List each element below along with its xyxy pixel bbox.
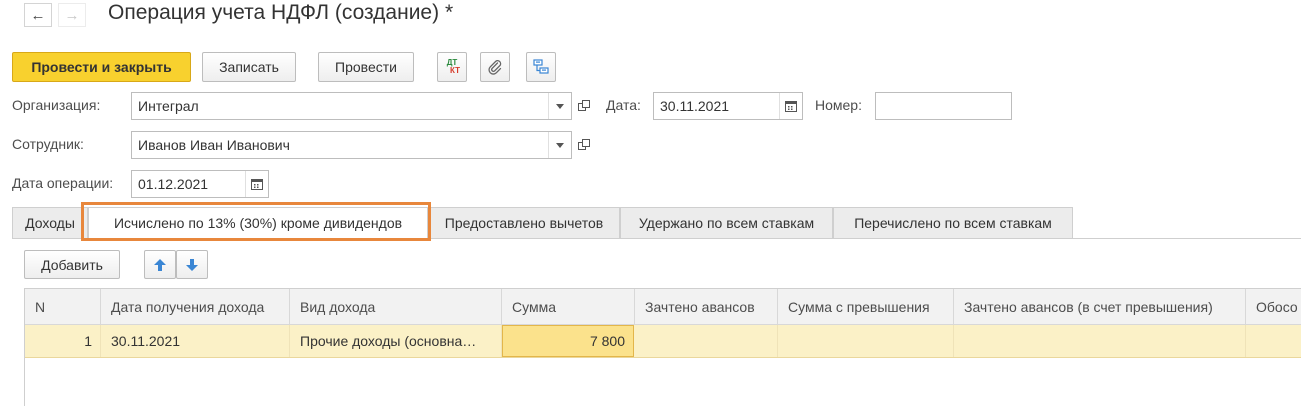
employee-label: Сотрудник: [12,136,84,152]
open-window-icon [578,139,590,150]
employee-value: Иванов Иван Иванович [138,137,290,153]
column-header-excess-sum[interactable]: Сумма с превышения [778,289,954,324]
active-tab-highlight [81,202,431,241]
chevron-down-icon[interactable] [548,93,571,119]
employee-open-button[interactable] [573,132,595,158]
back-button[interactable]: ← [24,3,52,27]
column-header-income-type[interactable]: Вид дохода [290,289,502,324]
operation-date-value: 01.12.2021 [138,176,209,192]
column-header-sum[interactable]: Сумма [502,289,635,324]
cell-advances[interactable] [635,325,778,357]
arrow-right-icon: → [64,6,80,24]
add-button[interactable]: Добавить [24,250,120,279]
post-button[interactable]: Провести [318,52,414,82]
organization-field[interactable]: Интеграл [131,92,572,120]
organization-value: Интеграл [138,98,199,114]
date-label: Дата: [606,97,641,113]
tab-withheld[interactable]: Удержано по всем ставкам [620,207,833,239]
column-header-separate[interactable]: Обосо [1246,289,1301,324]
structure-button[interactable] [526,52,556,82]
save-button[interactable]: Записать [202,52,296,82]
cell-separate[interactable] [1246,325,1301,357]
arrow-up-icon [154,258,166,271]
table-row[interactable]: 1 30.11.2021 Прочие доходы (основна… 7 8… [25,325,1301,358]
tab-deductions[interactable]: Предоставлено вычетов [428,207,620,239]
operation-date-label: Дата операции: [12,175,114,191]
date-field[interactable]: 30.11.2021 [653,92,803,120]
move-up-button[interactable] [144,250,176,279]
open-window-icon [578,100,590,111]
forward-button[interactable]: → [58,3,86,27]
column-header-income-date[interactable]: Дата получения дохода [101,289,290,324]
tab-income[interactable]: Доходы [12,207,88,239]
move-down-button[interactable] [176,250,208,279]
column-header-advances-excess[interactable]: Зачтено авансов (в счет превышения) [954,289,1246,324]
arrow-down-icon [186,258,198,271]
chevron-down-icon[interactable] [548,132,571,158]
organization-label: Организация: [12,97,101,113]
table-header: N Дата получения дохода Вид дохода Сумма… [25,289,1301,325]
operation-date-field[interactable]: 01.12.2021 [131,170,269,198]
cell-excess-sum[interactable] [778,325,954,357]
hierarchy-icon [533,59,549,74]
paperclip-icon [488,60,502,75]
employee-field[interactable]: Иванов Иван Иванович [131,131,572,159]
window-title: Операция учета НДФЛ (создание) * [108,1,454,24]
dt-kt-button[interactable]: ДТ КТ [437,52,467,82]
cell-advances-excess[interactable] [954,325,1246,357]
cell-n[interactable]: 1 [25,325,101,357]
column-header-advances[interactable]: Зачтено авансов [635,289,778,324]
column-header-n[interactable]: N [25,289,101,324]
number-field[interactable] [875,92,1012,120]
post-and-close-button[interactable]: Провести и закрыть [12,52,191,82]
cell-sum[interactable]: 7 800 [502,325,634,357]
date-value: 30.11.2021 [660,98,730,114]
attach-button[interactable] [480,52,510,82]
calculated-tax-table[interactable]: N Дата получения дохода Вид дохода Сумма… [24,288,1301,406]
arrow-left-icon: ← [30,6,46,24]
number-label: Номер: [815,97,862,113]
cell-income-type[interactable]: Прочие доходы (основна… [290,325,502,357]
calendar-icon[interactable] [779,93,802,119]
tab-transferred[interactable]: Перечислено по всем ставкам [833,207,1073,239]
cell-income-date[interactable]: 30.11.2021 [101,325,290,357]
calendar-icon[interactable] [245,171,268,197]
organization-open-button[interactable] [573,93,595,119]
dt-kt-icon: ДТ КТ [446,58,460,75]
